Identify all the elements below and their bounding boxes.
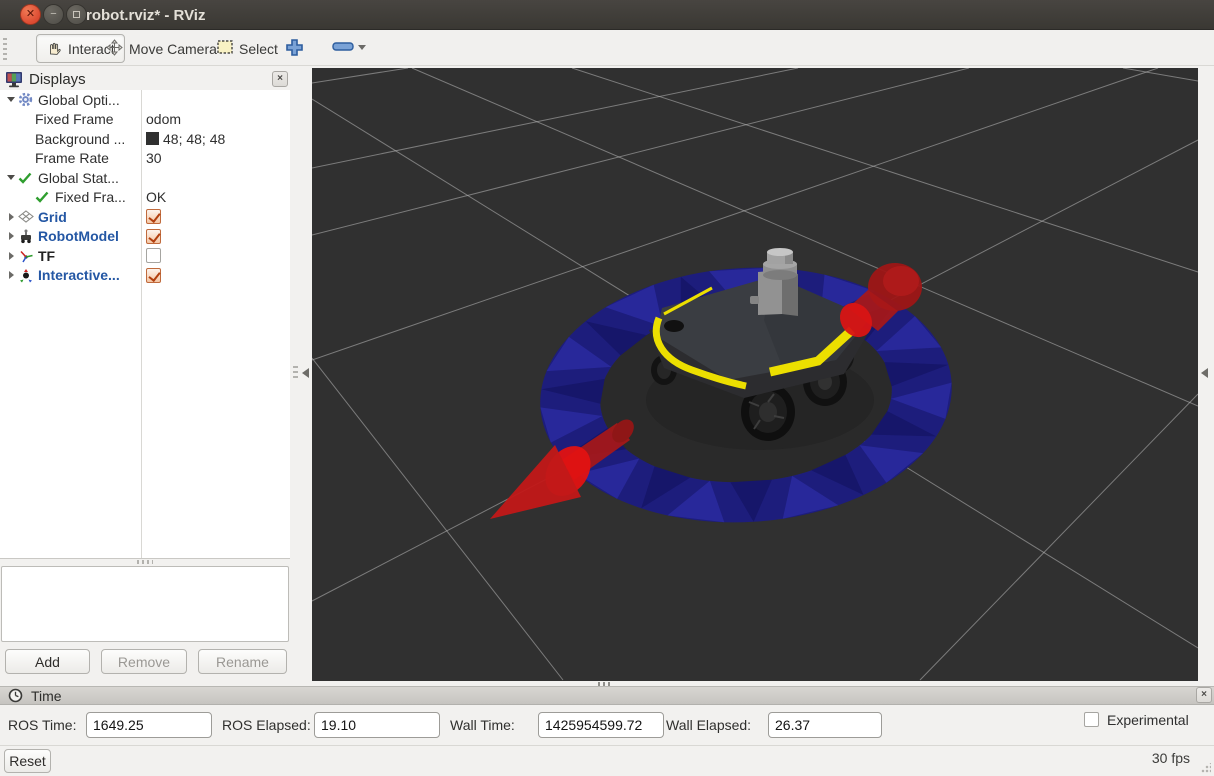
fps-counter: 30 fps bbox=[1152, 750, 1190, 766]
left-splitter-grip[interactable] bbox=[293, 366, 298, 380]
display-name: Fixed Frame bbox=[35, 111, 114, 127]
left-panel-collapse-arrow[interactable] bbox=[302, 368, 309, 378]
expand-arrow-icon[interactable] bbox=[4, 252, 18, 260]
display-row-background[interactable]: Background ... 48; 48; 48 bbox=[0, 129, 290, 149]
enable-checkbox[interactable] bbox=[146, 248, 161, 263]
add-display-button[interactable]: Add bbox=[5, 649, 90, 674]
wall-time-input[interactable] bbox=[538, 712, 664, 738]
display-name: Fixed Fra... bbox=[55, 189, 126, 205]
window-title: robot.rviz* - RViz bbox=[86, 0, 205, 30]
displays-close-button[interactable]: × bbox=[272, 71, 288, 87]
display-name: Global Stat... bbox=[38, 170, 119, 186]
grid-icon bbox=[18, 210, 38, 223]
plus-icon bbox=[285, 38, 304, 57]
display-row-tf[interactable]: TF bbox=[0, 246, 290, 266]
collapse-arrow-icon[interactable] bbox=[4, 97, 18, 102]
rename-display-button[interactable]: Rename bbox=[198, 649, 287, 674]
right-panel-expand-arrow[interactable] bbox=[1201, 368, 1208, 378]
display-name: Global Opti... bbox=[38, 92, 120, 108]
time-panel-header: Time bbox=[0, 686, 1214, 705]
time-field-label: Wall Elapsed: bbox=[666, 706, 751, 744]
enable-checkbox[interactable] bbox=[146, 268, 161, 283]
rviz-window: ✕ − robot.rviz* - RViz InteractMove Came… bbox=[0, 0, 1214, 776]
window-minimize-button[interactable]: − bbox=[43, 4, 64, 25]
display-name: Frame Rate bbox=[35, 150, 109, 166]
3d-viewport[interactable] bbox=[312, 68, 1198, 681]
tool-label: Select bbox=[239, 41, 278, 57]
reset-button[interactable]: Reset bbox=[4, 749, 51, 773]
enable-checkbox[interactable] bbox=[146, 209, 161, 224]
time-panel-title: Time bbox=[31, 688, 62, 704]
display-row-framerate[interactable]: Frame Rate 30 bbox=[0, 149, 290, 169]
titlebar: ✕ − robot.rviz* - RViz bbox=[0, 0, 1214, 30]
tree-column-divider[interactable] bbox=[141, 90, 142, 558]
window-close-button[interactable]: ✕ bbox=[20, 4, 41, 25]
enable-checkbox[interactable] bbox=[146, 229, 161, 244]
collapse-arrow-icon[interactable] bbox=[4, 175, 18, 180]
display-row-fixedfra[interactable]: Fixed Fra... OK bbox=[0, 188, 290, 208]
display-row-grid[interactable]: Grid bbox=[0, 207, 290, 227]
displays-panel-title: Displays bbox=[29, 71, 86, 88]
tf-icon bbox=[18, 249, 38, 263]
display-row-robotmodel[interactable]: RobotModel bbox=[0, 227, 290, 247]
toolbar-grip-handle[interactable] bbox=[3, 38, 7, 60]
remove-display-button[interactable]: Remove bbox=[101, 649, 187, 674]
property-value: OK bbox=[146, 189, 166, 205]
maximize-icon bbox=[73, 11, 80, 18]
experimental-checkbox[interactable] bbox=[1084, 712, 1099, 727]
expand-arrow-icon[interactable] bbox=[4, 213, 18, 221]
display-name: Grid bbox=[38, 209, 67, 225]
im-icon bbox=[18, 268, 38, 283]
move-camera-icon bbox=[106, 39, 123, 59]
property-value: 48; 48; 48 bbox=[146, 131, 225, 147]
robot-knob bbox=[664, 320, 684, 332]
time-field-label: Wall Time: bbox=[450, 706, 515, 744]
window-resize-grip[interactable] bbox=[1201, 763, 1211, 773]
time-fields-row: ROS Time: ROS Elapsed: Wall Time: Wall Elap… bbox=[0, 706, 1214, 744]
display-name: Interactive... bbox=[38, 267, 120, 283]
display-row-globalopti[interactable]: Global Opti... bbox=[0, 90, 290, 110]
displays-panel-icon bbox=[5, 71, 23, 88]
ros-time-input[interactable] bbox=[86, 712, 212, 738]
time-field-label: ROS Time: bbox=[8, 706, 76, 744]
clock-icon bbox=[8, 688, 23, 703]
add-tool-button[interactable] bbox=[285, 38, 304, 57]
check-icon bbox=[18, 172, 38, 184]
tool-button-move-camera[interactable]: Move Camera bbox=[97, 34, 226, 63]
window-maximize-button[interactable] bbox=[66, 4, 87, 25]
displays-tree: Global Opti... Fixed Frame odom Background … bbox=[0, 90, 290, 559]
display-row-globalstat[interactable]: Global Stat... bbox=[0, 168, 290, 188]
remove-tool-button[interactable] bbox=[332, 40, 366, 54]
hand-icon bbox=[46, 39, 62, 59]
experimental-label: Experimental bbox=[1107, 706, 1189, 734]
time-panel-close-button[interactable]: × bbox=[1196, 687, 1212, 703]
color-swatch bbox=[146, 132, 159, 145]
display-description-box bbox=[1, 566, 289, 642]
wall-elapsed-input[interactable] bbox=[768, 712, 882, 738]
ros-elapsed-input[interactable] bbox=[314, 712, 440, 738]
time-field-label: ROS Elapsed: bbox=[222, 706, 311, 744]
gear-icon bbox=[18, 92, 38, 107]
display-row-fixedframe[interactable]: Fixed Frame odom bbox=[0, 110, 290, 130]
statusbar-divider bbox=[0, 745, 1214, 746]
check-icon bbox=[35, 191, 55, 203]
tree-splitter-handle[interactable] bbox=[137, 560, 153, 564]
expand-arrow-icon[interactable] bbox=[4, 271, 18, 279]
select-box-icon bbox=[217, 40, 233, 57]
minus-icon bbox=[332, 40, 366, 54]
tool-button-select[interactable]: Select bbox=[208, 34, 287, 63]
expand-arrow-icon[interactable] bbox=[4, 232, 18, 240]
display-name: Background ... bbox=[35, 131, 125, 147]
display-row-interactive[interactable]: Interactive... bbox=[0, 266, 290, 286]
tool-label: Move Camera bbox=[129, 41, 217, 57]
display-name: TF bbox=[38, 248, 55, 264]
property-value: odom bbox=[146, 111, 181, 127]
display-name: RobotModel bbox=[38, 228, 119, 244]
displays-panel-header: Displays bbox=[0, 68, 290, 90]
property-value: 30 bbox=[146, 150, 162, 166]
robot-icon bbox=[18, 229, 38, 244]
